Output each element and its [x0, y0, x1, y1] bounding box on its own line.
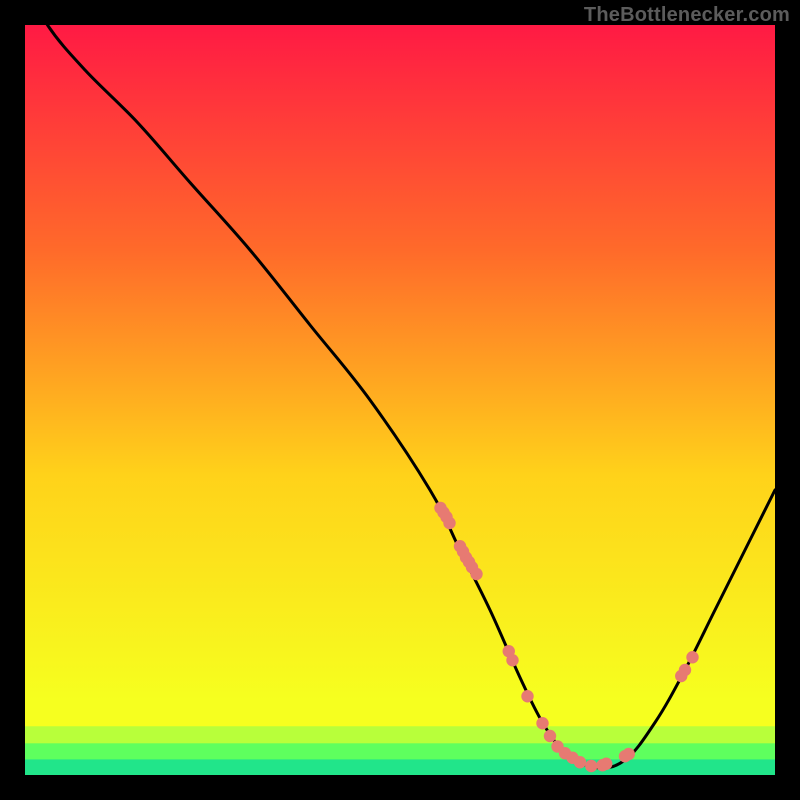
green-band [25, 743, 775, 760]
sample-dot [679, 664, 691, 676]
chart-stage: TheBottlenecker.com [0, 0, 800, 800]
sample-dot [686, 651, 698, 663]
gradient-background [25, 25, 775, 775]
sample-dot [536, 717, 548, 729]
sample-dot [521, 690, 533, 702]
green-bands [25, 726, 775, 775]
watermark-label: TheBottlenecker.com [584, 4, 790, 27]
plot-area [25, 25, 775, 775]
sample-dot [470, 568, 482, 580]
sample-dot [623, 748, 635, 760]
green-band [25, 759, 775, 775]
sample-dot [600, 758, 612, 770]
sample-dot [585, 760, 597, 772]
plot-svg [25, 25, 775, 775]
sample-dot [506, 654, 518, 666]
sample-dot [443, 517, 455, 529]
sample-dot [544, 730, 556, 742]
green-band [25, 726, 775, 744]
sample-dot [574, 756, 586, 768]
